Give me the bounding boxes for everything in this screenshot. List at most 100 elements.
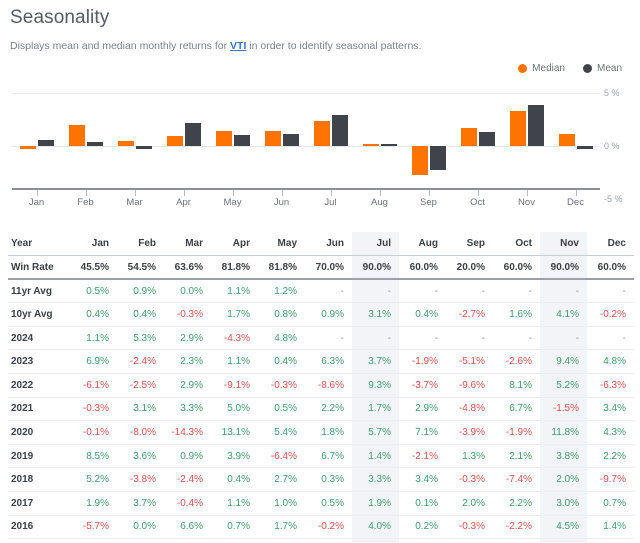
table-cell-2018-jul: 3.3%: [352, 467, 399, 493]
table-cell-2021-dec: 3.4%: [587, 397, 634, 422]
table-col-header-jul[interactable]: Jul: [352, 232, 399, 257]
seasonality-table-wrap: Year Jan Feb Mar Apr May Jun Jul Aug Sep Oct Nov Dec…: [8, 232, 634, 543]
table-cell-2020-may: 5.4%: [258, 420, 305, 445]
chart-bar-median-jul[interactable]: [313, 120, 330, 146]
chart-bar-median-mar[interactable]: [117, 140, 134, 146]
chart-x-label-may: May: [223, 197, 242, 208]
table-header-row: Year Jan Feb Mar Apr May Jun Jul Aug Sep Oct Nov Dec: [8, 232, 634, 257]
chart-x-tick-sep: [428, 190, 430, 196]
table-cell-2016-sep: -0.3%: [446, 515, 493, 540]
table-cell-2024-jul: -: [352, 326, 399, 351]
table-cell-2015-jul: 1.7%: [352, 538, 399, 543]
table-row: 2018 5.2% -3.8% -2.4% 0.4% 2.7% 0.3% 3.3% 3.4% -0…: [8, 467, 634, 493]
table-cell-10yr-avg-dec: -0.2%: [587, 302, 634, 327]
chart-x-tick-mar: [134, 190, 136, 196]
table-col-header-nov[interactable]: Nov: [540, 232, 587, 257]
chart-y-label-1: 0 %: [604, 141, 620, 151]
chart-bar-median-jan[interactable]: [19, 146, 36, 150]
table-cell-11yr-avg-dec: -: [587, 279, 634, 304]
chart-bar-mean-dec[interactable]: [576, 146, 593, 149]
legend-item-median[interactable]: Median: [518, 63, 565, 74]
table-cell-2024-nov: -: [540, 326, 587, 351]
table-cell-2022-mar: 2.9%: [164, 373, 211, 398]
chart-bar-median-dec[interactable]: [558, 134, 575, 146]
table-col-header-aug[interactable]: Aug: [399, 232, 446, 257]
chart-bar-mean-sep[interactable]: [429, 146, 446, 171]
table-cell-2023-sep: -5.1%: [446, 349, 493, 375]
table-cell-2017-apr: 1.1%: [211, 491, 258, 516]
chart-bar-median-oct[interactable]: [460, 127, 477, 146]
table-row-label: 2017: [8, 491, 70, 516]
chart-legend: Median Mean: [518, 63, 622, 74]
table-col-header-jan[interactable]: Jan: [70, 232, 117, 257]
table-row-label: 2022: [8, 373, 70, 398]
chart-x-tick-nov: [526, 190, 528, 196]
chart-y-label-0: 5 %: [604, 88, 620, 98]
table-cell-win-rate-dec: 60.0%: [587, 255, 634, 281]
table-cell-11yr-avg-jan: 0.5%: [70, 279, 117, 304]
table-cell-2021-aug: 2.9%: [399, 397, 446, 422]
table-col-header-mar[interactable]: Mar: [164, 232, 211, 257]
chart-bar-median-sep[interactable]: [411, 146, 428, 175]
table-cell-2024-aug: -: [399, 326, 446, 351]
table-col-header-year[interactable]: Year: [8, 232, 70, 257]
table-cell-11yr-avg-oct: -: [493, 279, 540, 304]
table-cell-10yr-avg-jun: 0.9%: [305, 302, 352, 327]
table-cell-2017-nov: 3.0%: [540, 491, 587, 516]
chart-bar-mean-jun[interactable]: [282, 134, 299, 146]
table-cell-10yr-avg-jan: 0.4%: [70, 302, 117, 327]
table-cell-2022-jul: 9.3%: [352, 373, 399, 398]
table-cell-11yr-avg-aug: -: [399, 279, 446, 304]
chart-bar-median-aug[interactable]: [362, 143, 379, 146]
table-cell-2015-nov: 0.6%: [540, 538, 587, 543]
table-col-header-dec[interactable]: Dec: [587, 232, 634, 257]
chart-bar-median-apr[interactable]: [166, 136, 183, 146]
table-cell-2020-feb: -8.0%: [117, 420, 164, 445]
table-cell-win-rate-oct: 60.0%: [493, 255, 540, 281]
table-col-header-oct[interactable]: Oct: [493, 232, 540, 257]
table-cell-2024-jan: 1.1%: [70, 326, 117, 351]
chart-bar-mean-may[interactable]: [233, 135, 250, 146]
table-cell-2018-dec: -9.7%: [587, 467, 634, 493]
chart-x-axis-line: [12, 188, 600, 190]
chart-x-label-jun: Jun: [273, 197, 290, 208]
chart-x-tick-dec: [575, 190, 577, 196]
chart-bar-mean-aug[interactable]: [380, 143, 397, 146]
table-col-header-may[interactable]: May: [258, 232, 305, 257]
chart-bar-mean-apr[interactable]: [184, 122, 201, 146]
chart-bar-mean-feb[interactable]: [86, 141, 103, 146]
table-row-label: Win Rate: [8, 255, 70, 281]
chart-bar-median-may[interactable]: [215, 131, 232, 146]
chart-bar-mean-oct[interactable]: [478, 132, 495, 146]
table-col-header-jun[interactable]: Jun: [305, 232, 352, 257]
table-col-header-feb[interactable]: Feb: [117, 232, 164, 257]
chart-bar-mean-mar[interactable]: [135, 146, 152, 149]
chart-x-tick-may: [232, 190, 234, 196]
table-cell-2017-sep: 2.0%: [446, 491, 493, 516]
chart-bar-mean-jul[interactable]: [331, 115, 348, 146]
ticker-link-vti[interactable]: VTI: [230, 40, 246, 52]
table-col-header-sep[interactable]: Sep: [446, 232, 493, 257]
chart-bar-median-jun[interactable]: [264, 131, 281, 146]
chart-x-label-sep: Sep: [420, 197, 437, 208]
table-cell-win-rate-feb: 54.5%: [117, 255, 164, 281]
table-cell-2022-oct: 8.1%: [493, 373, 540, 398]
chart-x-label-mar: Mar: [126, 197, 143, 208]
chart-x-label-jul: Jul: [324, 197, 337, 208]
table-col-header-apr[interactable]: Apr: [211, 232, 258, 257]
table-cell-2021-nov: -1.5%: [540, 397, 587, 422]
chart-bar-median-feb[interactable]: [68, 124, 85, 146]
legend-item-mean[interactable]: Mean: [582, 63, 622, 74]
table-cell-2023-oct: -2.6%: [493, 349, 540, 375]
chart-bar-mean-nov[interactable]: [527, 104, 544, 146]
subtitle-text-before: Displays mean and median monthly returns…: [10, 40, 231, 52]
table-cell-11yr-avg-mar: 0.0%: [164, 279, 211, 304]
table-cell-10yr-avg-apr: 1.7%: [211, 302, 258, 327]
chart-bar-median-nov[interactable]: [509, 111, 526, 146]
table-cell-2023-may: 0.4%: [258, 349, 305, 375]
table-cell-win-rate-may: 81.8%: [258, 255, 305, 281]
chart-gridline-top: [12, 93, 600, 94]
table-row-label: 2020: [8, 420, 70, 445]
table-cell-2018-jan: 5.2%: [70, 467, 117, 493]
chart-bar-mean-jan[interactable]: [37, 139, 54, 146]
